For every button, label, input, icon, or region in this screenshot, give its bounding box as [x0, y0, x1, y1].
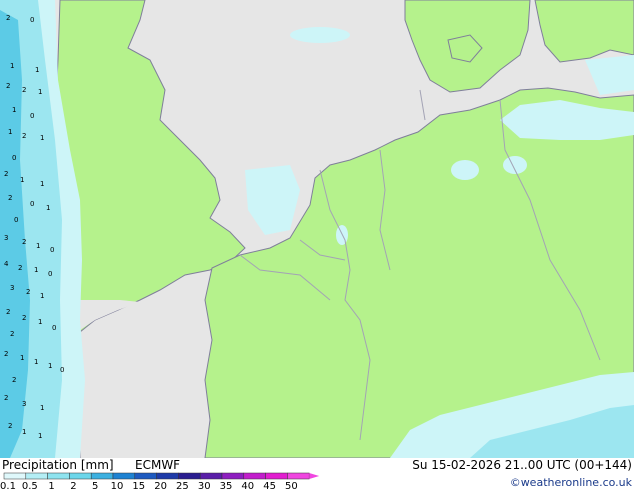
precip-point-value: 1: [8, 128, 12, 136]
legend-color-bar: [3, 472, 320, 480]
legend-tick-label: 20: [154, 481, 167, 490]
footer-valid-time: Su 15-02-2026 21..00 UTC (00+144): [412, 458, 632, 472]
precip-point-value: 3: [22, 400, 26, 408]
precip-point-value: 0: [30, 112, 34, 120]
precip-point-value: 2: [22, 132, 26, 140]
legend-tick-label: 5: [92, 481, 98, 490]
precip-patch-4: [290, 27, 350, 43]
legend-ticks: 0.1 0.5 1 2 5 10 15 20 25 30 35 40 45 50: [0, 481, 298, 490]
precip-point-value: 2: [18, 264, 22, 272]
precip-point-value: 0: [30, 200, 34, 208]
precip-point-value: 1: [40, 134, 44, 142]
legend-swatch: [134, 472, 157, 480]
legend-tick-label: 0.5: [22, 481, 38, 490]
precip-point-value: 2: [6, 82, 10, 90]
legend-arrow: [309, 473, 320, 479]
legend-tick-label: 10: [111, 481, 124, 490]
precip-point-value: 0: [30, 16, 34, 24]
legend-tick-label: 40: [241, 481, 254, 490]
legend-swatch: [287, 472, 310, 480]
precip-point-value: 0: [48, 270, 52, 278]
precip-point-value: 1: [38, 88, 42, 96]
legend-tick-label: 30: [198, 481, 211, 490]
precip-point-value: 0: [60, 366, 64, 374]
precip-point-value: 1: [22, 428, 26, 436]
precip-patch-1: [451, 160, 479, 180]
map-footer: Precipitation [mm] ECMWF Su 15-02-2026 2…: [0, 458, 634, 490]
legend-tick-label: 1: [48, 481, 54, 490]
precip-point-value: 1: [20, 176, 24, 184]
precip-point-value: 1: [10, 62, 14, 70]
legend-tick-label: 2: [70, 481, 76, 490]
precip-point-value: 2: [8, 422, 12, 430]
legend-tick-label: 50: [285, 481, 298, 490]
legend-swatch: [25, 472, 48, 480]
legend-swatch: [112, 472, 136, 480]
precip-point-value: 2: [4, 394, 8, 402]
precip-point-value: 2: [22, 86, 26, 94]
legend-tick-label: 15: [132, 481, 145, 490]
precip-point-value: 2: [12, 376, 16, 384]
legend-tick-label: 35: [220, 481, 233, 490]
legend-swatch: [3, 472, 27, 480]
precip-point-value: 2: [10, 330, 14, 338]
legend-swatch: [156, 472, 179, 480]
precip-point-value: 2: [6, 14, 10, 22]
legend-swatch: [199, 472, 223, 480]
precip-point-value: 1: [40, 404, 44, 412]
precip-point-value: 1: [40, 292, 44, 300]
precip-point-value: 3: [10, 284, 14, 292]
legend-tick-label: 45: [263, 481, 276, 490]
precip-point-value: 1: [46, 204, 50, 212]
legend-tick-label: 0.1: [0, 481, 16, 490]
precip-point-value: 0: [14, 216, 18, 224]
precip-point-value: 2: [22, 314, 26, 322]
legend-swatch: [221, 472, 245, 480]
legend-swatch: [90, 472, 114, 480]
precip-point-value: 1: [20, 354, 24, 362]
precip-point-value: 1: [38, 318, 42, 326]
precip-point-value: 2: [8, 194, 12, 202]
precip-point-value: 2: [4, 170, 8, 178]
precip-point-value: 1: [36, 242, 40, 250]
footer-title: Precipitation [mm]: [2, 458, 114, 472]
footer-model: ECMWF: [135, 458, 180, 472]
precip-point-value: 0: [52, 324, 56, 332]
legend-swatch: [69, 472, 92, 480]
legend-swatch: [178, 472, 201, 480]
precip-point-value: 2: [6, 308, 10, 316]
legend-swatch: [47, 472, 70, 480]
precip-point-value: 0: [12, 154, 16, 162]
precipitation-map: 2 01 12 2 1101 2 1021 120 103 2 1 04 2 1 03 2 122 1022 1 1 1…: [0, 0, 634, 458]
legend-swatch: [243, 472, 266, 480]
precip-point-value: 3: [4, 234, 8, 242]
precip-point-value: 1: [35, 66, 39, 74]
precip-point-value: 1: [38, 432, 42, 440]
precip-patch-2: [503, 156, 527, 174]
precip-point-value: 1: [34, 266, 38, 274]
precip-point-value: 2: [4, 350, 8, 358]
precip-point-value: 0: [50, 246, 54, 254]
precip-point-value: 4: [4, 260, 9, 268]
precip-point-value: 2: [22, 238, 26, 246]
precip-point-value: 1: [34, 358, 38, 366]
precip-point-value: 1: [40, 180, 44, 188]
precip-point-value: 1: [48, 362, 52, 370]
precip-point-value: 1: [12, 106, 16, 114]
precip-point-value: 2: [26, 288, 30, 296]
footer-credit: ©weatheronline.co.uk: [510, 476, 633, 489]
legend-swatch: [265, 472, 288, 480]
legend-tick-label: 25: [176, 481, 189, 490]
